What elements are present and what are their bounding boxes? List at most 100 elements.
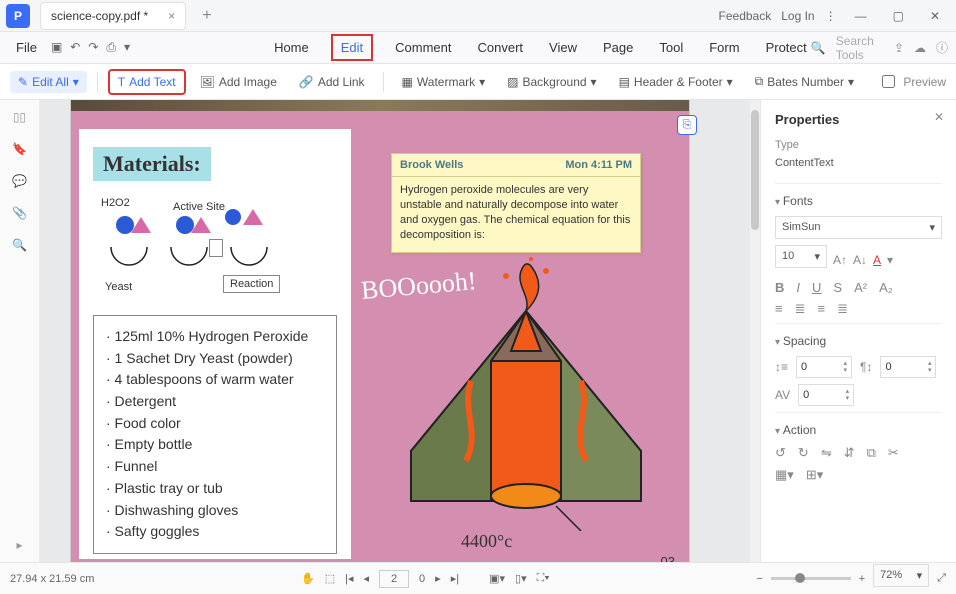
- share-icon[interactable]: ⇪: [894, 41, 904, 55]
- rotate-right-icon[interactable]: ↻: [798, 445, 809, 461]
- fonts-section-toggle[interactable]: Fonts: [775, 194, 942, 208]
- tab-form[interactable]: Form: [705, 34, 743, 61]
- char-spacing-input[interactable]: 0▴▾: [798, 384, 854, 406]
- font-size-dropdown[interactable]: 10▾: [775, 245, 827, 268]
- next-page-icon[interactable]: ▸: [435, 572, 441, 585]
- scroll-thumb[interactable]: [751, 110, 759, 230]
- edit-all-button[interactable]: ✎ Edit All ▾: [10, 71, 87, 93]
- zoom-in-icon[interactable]: +: [859, 573, 865, 585]
- search-panel-icon[interactable]: 🔍: [12, 238, 27, 252]
- crop-icon[interactable]: ✂: [888, 445, 899, 461]
- bates-number-button[interactable]: ⧉ Bates Number ▾: [747, 70, 862, 93]
- attachments-icon[interactable]: 📎: [12, 206, 27, 220]
- fit-page-icon[interactable]: ▣▾: [489, 572, 505, 585]
- add-link-button[interactable]: 🔗 Add Link: [291, 71, 373, 93]
- comment-panel-icon[interactable]: 💬: [12, 174, 27, 188]
- close-window-button[interactable]: ✕: [922, 5, 948, 27]
- file-menu[interactable]: File: [8, 40, 45, 55]
- font-family-dropdown[interactable]: SimSun▾: [775, 216, 942, 239]
- page-badge-icon[interactable]: ⎘: [677, 115, 697, 135]
- feedback-link[interactable]: Feedback: [719, 9, 772, 23]
- add-link-label: Add Link: [318, 75, 365, 89]
- header-footer-button[interactable]: ▤ Header & Footer ▾: [611, 71, 741, 93]
- tab-tool[interactable]: Tool: [655, 34, 687, 61]
- background-button[interactable]: ▨ Background ▾: [499, 71, 604, 93]
- tab-comment[interactable]: Comment: [391, 34, 455, 61]
- read-mode-icon[interactable]: ⛶▾: [537, 572, 550, 585]
- italic-icon[interactable]: I: [796, 280, 800, 295]
- search-tools-input[interactable]: Search Tools: [836, 34, 884, 62]
- text-icon: T: [118, 75, 125, 89]
- zoom-dropdown[interactable]: 72%▾: [873, 564, 929, 587]
- select-tool-icon[interactable]: ⬚: [325, 572, 335, 585]
- first-page-icon[interactable]: |◂: [345, 572, 353, 585]
- page-number-input[interactable]: 2: [379, 570, 409, 588]
- add-text-button[interactable]: T Add Text: [108, 69, 186, 95]
- align-justify-icon[interactable]: ≣: [837, 301, 848, 317]
- prev-page-icon[interactable]: ◂: [364, 572, 370, 585]
- tab-convert[interactable]: Convert: [474, 34, 528, 61]
- underline-icon[interactable]: U: [812, 280, 821, 295]
- extract-icon[interactable]: ⧉: [867, 445, 876, 461]
- app-logo-icon: P: [6, 4, 30, 28]
- fullscreen-icon[interactable]: ⤢: [937, 572, 946, 585]
- arrange-icon[interactable]: ▦▾: [775, 467, 794, 483]
- bold-icon[interactable]: B: [775, 280, 784, 295]
- login-link[interactable]: Log In: [781, 9, 814, 23]
- font-color-icon[interactable]: A: [873, 253, 881, 267]
- kebab-menu-icon[interactable]: ⋮: [825, 9, 837, 23]
- thumbnails-icon[interactable]: ▯▯: [13, 110, 26, 124]
- decrease-font-icon[interactable]: A↓: [853, 253, 867, 267]
- close-tab-icon[interactable]: ×: [168, 9, 175, 23]
- bookmark-icon[interactable]: 🔖: [12, 142, 27, 156]
- background-icon: ▨: [507, 75, 518, 89]
- vertical-scrollbar[interactable]: [750, 100, 760, 562]
- increase-font-icon[interactable]: A↑: [833, 253, 847, 267]
- document-tab[interactable]: science-copy.pdf * ×: [40, 2, 186, 30]
- help-icon[interactable]: ⓘ: [936, 39, 948, 56]
- save-icon[interactable]: ▣: [51, 40, 62, 55]
- superscript-icon[interactable]: A²: [854, 280, 867, 295]
- rotate-left-icon[interactable]: ↺: [775, 445, 786, 461]
- action-section-toggle[interactable]: Action: [775, 423, 942, 437]
- paragraph-spacing-input[interactable]: 0▴▾: [880, 356, 936, 378]
- tab-page[interactable]: Page: [599, 34, 637, 61]
- preview-checkbox[interactable]: [882, 75, 895, 88]
- qat-dropdown-icon[interactable]: ▾: [124, 40, 130, 55]
- maximize-button[interactable]: ▢: [885, 5, 912, 27]
- minimize-button[interactable]: —: [847, 5, 875, 27]
- zoom-out-icon[interactable]: −: [756, 573, 762, 585]
- last-page-icon[interactable]: ▸|: [451, 572, 459, 585]
- add-image-button[interactable]: 🖼 Add Image: [192, 71, 285, 93]
- undo-icon[interactable]: ↶: [70, 40, 80, 55]
- tab-edit[interactable]: Edit: [331, 34, 373, 61]
- tab-view[interactable]: View: [545, 34, 581, 61]
- paragraph-spacing-icon: ¶↕: [860, 360, 872, 374]
- align-objects-icon[interactable]: ⊞▾: [806, 467, 823, 483]
- document-canvas[interactable]: ⎘ Materials: H2O2 Active Site Yeast Reac…: [40, 100, 760, 562]
- hand-tool-icon[interactable]: ✋: [301, 572, 315, 585]
- spacing-section-toggle[interactable]: Spacing: [775, 334, 942, 348]
- search-icon[interactable]: 🔍: [811, 41, 826, 55]
- sticky-note[interactable]: Brook Wells Mon 4:11 PM Hydrogen peroxid…: [391, 153, 641, 253]
- flip-vertical-icon[interactable]: ⇵: [844, 445, 855, 461]
- align-center-icon[interactable]: ≣: [795, 301, 806, 317]
- expand-rail-icon[interactable]: ▸: [16, 538, 22, 552]
- line-spacing-input[interactable]: 0▴▾: [796, 356, 852, 378]
- zoom-slider[interactable]: [771, 577, 851, 580]
- align-right-icon[interactable]: ≡: [818, 301, 826, 317]
- tab-home[interactable]: Home: [270, 34, 313, 61]
- align-left-icon[interactable]: ≡: [775, 301, 783, 317]
- cloud-icon[interactable]: ☁: [914, 41, 926, 55]
- close-panel-icon[interactable]: ✕: [934, 110, 944, 124]
- redo-icon[interactable]: ↷: [88, 40, 98, 55]
- print-icon[interactable]: ⎙: [106, 40, 116, 55]
- add-tab-button[interactable]: +: [196, 7, 217, 25]
- watermark-button[interactable]: ▦ Watermark ▾: [394, 71, 494, 93]
- single-page-icon[interactable]: ▯▾: [515, 572, 527, 585]
- tab-protect[interactable]: Protect: [762, 34, 811, 61]
- strikethrough-icon[interactable]: S: [833, 280, 842, 295]
- subscript-icon[interactable]: A₂: [879, 280, 893, 295]
- header-footer-icon: ▤: [619, 75, 630, 89]
- flip-horizontal-icon[interactable]: ⇋: [821, 445, 832, 461]
